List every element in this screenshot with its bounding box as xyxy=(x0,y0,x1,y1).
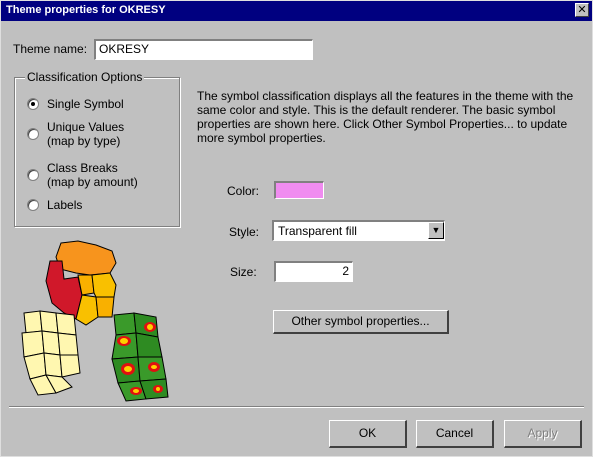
window-title: Theme properties for OKRESY xyxy=(6,4,166,16)
classification-options-legend: Classification Options xyxy=(25,70,145,84)
other-symbol-properties-button[interactable]: Other symbol properties... xyxy=(273,310,449,334)
size-input[interactable]: 2 xyxy=(274,261,353,282)
radio-label: Unique Values xyxy=(47,120,125,134)
close-icon[interactable]: ✕ xyxy=(575,3,589,17)
color-swatch[interactable] xyxy=(274,181,324,199)
ok-button[interactable]: OK xyxy=(329,420,407,448)
map-illustration-icon xyxy=(21,240,169,402)
size-label: Size: xyxy=(230,265,257,279)
style-selected-value: Transparent fill xyxy=(278,224,357,238)
style-dropdown[interactable]: Transparent fill ▼ xyxy=(272,220,445,241)
radio-sublabel: (map by type) xyxy=(47,134,121,148)
color-label: Color: xyxy=(227,184,260,198)
radio-button[interactable] xyxy=(27,98,39,110)
title-bar: Theme properties for OKRESY ✕ xyxy=(1,1,592,21)
cancel-button[interactable]: Cancel xyxy=(416,420,494,448)
chevron-down-icon[interactable]: ▼ xyxy=(428,222,444,239)
style-label: Style: xyxy=(229,225,260,239)
apply-button[interactable]: Apply xyxy=(504,420,582,448)
separator xyxy=(9,406,584,408)
renderer-description: The symbol classification displays all t… xyxy=(197,89,574,145)
radio-sublabel: (map by amount) xyxy=(47,175,138,189)
radio-label: Class Breaks xyxy=(47,161,118,175)
theme-properties-dialog: Theme properties for OKRESY ✕ Theme name… xyxy=(0,0,593,457)
radio-button[interactable] xyxy=(27,199,39,211)
radio-label: Labels xyxy=(47,198,83,212)
theme-name-label: Theme name: xyxy=(13,42,88,56)
theme-name-input[interactable]: OKRESY xyxy=(94,39,313,60)
radio-button[interactable] xyxy=(27,128,39,140)
radio-label: Single Symbol xyxy=(47,97,124,111)
radio-button[interactable] xyxy=(27,169,39,181)
